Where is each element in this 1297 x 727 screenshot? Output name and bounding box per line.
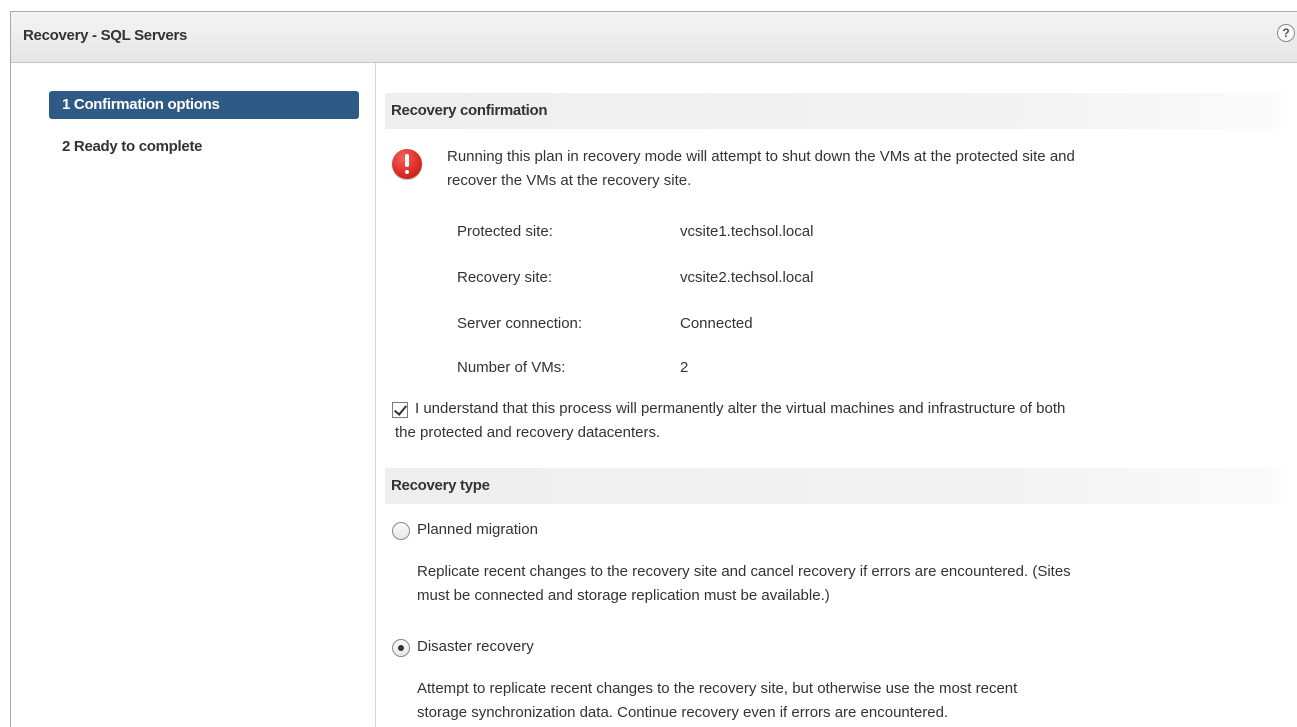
protected-site-value: vcsite1.techsol.local [680,223,814,240]
disaster-recovery-desc-line-1: Attempt to replicate recent changes to t… [417,680,1018,697]
acknowledge-label-line-1[interactable]: I understand that this process will perm… [415,397,1065,421]
step-confirmation-options[interactable]: 1 Confirmation options [49,91,359,119]
error-exclamation-icon [392,149,422,179]
number-of-vms-value: 2 [680,359,689,376]
recovery-confirmation-header: Recovery confirmation [385,93,1281,129]
radio-selected-dot [398,645,404,651]
server-connection-label: Server connection: [457,315,583,332]
acknowledge-checkbox[interactable] [392,402,408,418]
recovery-type-header: Recovery type [385,468,1281,504]
recovery-site-label: Recovery site: [457,269,553,286]
acknowledge-label-line-2[interactable]: the protected and recovery datacenters. [395,421,660,445]
window-title: Recovery - SQL Servers [23,27,188,44]
step-ready-to-complete[interactable]: 2 Ready to complete [49,133,359,161]
recovery-site-value: vcsite2.techsol.local [680,269,814,286]
help-icon[interactable]: ? [1277,24,1295,42]
protected-site-label: Protected site: [457,223,553,240]
wizard-content: Recovery confirmation Running this plan … [385,63,1297,727]
planned-migration-radio[interactable] [392,522,410,540]
planned-migration-desc-line-2: must be connected and storage replicatio… [417,587,830,604]
recovery-wizard-window: Recovery - SQL Servers ? 1 Confirmation … [10,11,1297,727]
checkmark-icon [393,402,408,416]
server-connection-value: Connected [680,315,753,332]
planned-migration-desc-line-1: Replicate recent changes to the recovery… [417,563,1071,580]
warning-line-2: recover the VMs at the recovery site. [447,172,692,189]
planned-migration-label[interactable]: Planned migration [417,521,538,538]
wizard-steps-sidebar: 1 Confirmation options 2 Ready to comple… [11,63,376,727]
disaster-recovery-desc-line-2: storage synchronization data. Continue r… [417,704,949,721]
number-of-vms-label: Number of VMs: [457,359,566,376]
warning-line-1: Running this plan in recovery mode will … [447,148,1075,165]
title-bar: Recovery - SQL Servers ? [11,12,1297,63]
disaster-recovery-radio[interactable] [392,639,410,657]
disaster-recovery-label[interactable]: Disaster recovery [417,638,534,655]
